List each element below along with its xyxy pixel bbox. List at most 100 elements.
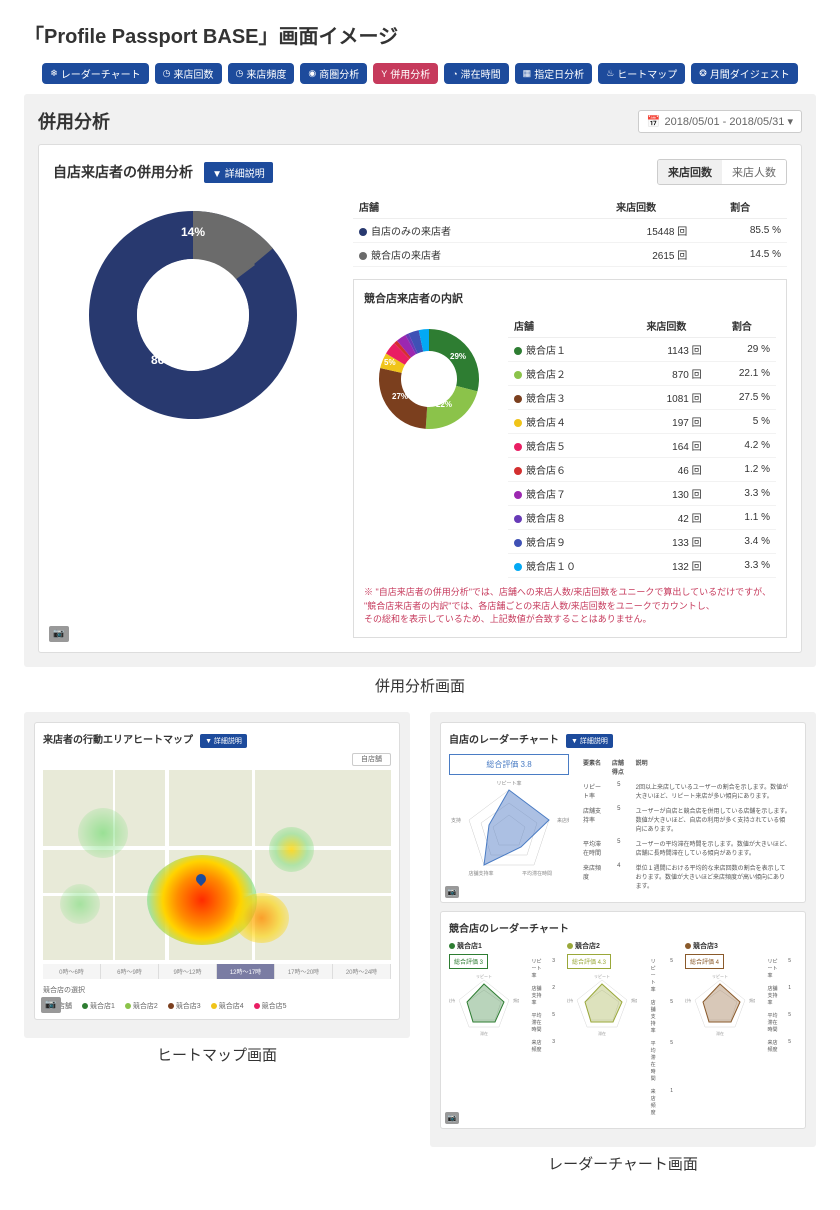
- svg-text:頻度: 頻度: [749, 997, 755, 1003]
- calendar-icon: 📅: [647, 115, 661, 128]
- nav-label: レーダーチャート: [61, 66, 141, 81]
- nav-item[interactable]: ♨ヒートマップ: [598, 63, 685, 84]
- color-dot: [514, 491, 522, 499]
- svg-text:平均滞在時間: 平均滞在時間: [522, 870, 552, 877]
- heatmap-thumb: 来店者の行動エリアヒートマップ ▼ 詳細説明 自店舗: [24, 712, 410, 1190]
- radar-detail-btn[interactable]: ▼ 詳細説明: [566, 734, 613, 748]
- nav-item[interactable]: ▦指定日分析: [515, 63, 593, 84]
- heatmap-legend: 自店舗競合店1競合店2競合店3競合店4競合店5: [43, 995, 391, 1011]
- color-dot: [514, 467, 522, 475]
- detail-button[interactable]: ▼ 詳細説明: [204, 162, 273, 183]
- table-row: 競合店２870 回22.1 %: [508, 362, 776, 386]
- svg-text:リピート: リピート: [476, 974, 492, 979]
- nav-label: 来店頻度: [246, 66, 286, 81]
- camera-icon[interactable]: 📷: [445, 1112, 459, 1124]
- legend-item[interactable]: 競合店1: [82, 1003, 115, 1010]
- th-visits: 来店回数: [579, 195, 693, 219]
- radar-thumb: 自店のレーダーチャート ▼ 詳細説明 総合評価 3.8: [430, 712, 816, 1190]
- heatmap-detail-btn[interactable]: ▼ 詳細説明: [200, 734, 247, 748]
- th-store: 店舗: [353, 195, 579, 219]
- nav-label: 商圏分析: [319, 66, 359, 81]
- nav-icon: ◔: [452, 69, 457, 79]
- nav-item[interactable]: ❄レーダーチャート: [42, 63, 148, 84]
- svg-text:リピート: リピート: [712, 974, 728, 979]
- time-slot[interactable]: 6時～9時: [101, 964, 159, 979]
- color-dot: [514, 347, 522, 355]
- time-slot[interactable]: 17時～20時: [275, 964, 333, 979]
- nav-icon: ◷: [163, 68, 171, 79]
- donut-own-label: 86%: [151, 353, 175, 367]
- legend-item[interactable]: 競合店4: [211, 1003, 244, 1010]
- svg-text:頻度: 頻度: [513, 997, 519, 1003]
- legend-title: 競合店の選択: [43, 979, 391, 995]
- color-dot: [359, 252, 367, 260]
- camera-icon[interactable]: 📷: [41, 997, 61, 1013]
- date-range-picker[interactable]: 📅 2018/05/01 - 2018/05/31 ▾: [638, 110, 802, 133]
- metric-row: リピート率52回以上来店しているユーザーの割合を示します。数値が大きいほど、リピ…: [579, 780, 795, 802]
- time-slot[interactable]: 20時～24時: [333, 964, 391, 979]
- section-title: 併用分析: [38, 108, 110, 134]
- svg-text:支持: 支持: [449, 997, 455, 1003]
- svg-text:滞在: 滞在: [598, 1030, 606, 1036]
- sth-pct: 割合: [708, 314, 776, 338]
- sth-visits: 来店回数: [625, 314, 707, 338]
- table-row: 競合店５164 回4.2 %: [508, 434, 776, 458]
- nav-icon: ❂: [699, 68, 707, 79]
- competitor-cell: 競合店1 総合評価 3 リピート 頻度 滞在 支持 リピート率3店舗支持率2平均…: [449, 941, 561, 1120]
- table-row: 競合店の来店者2615 回14.5 %: [353, 243, 787, 267]
- breakdown-box: 競合店来店者の内訳 29% 22% 27% 5%: [353, 279, 787, 638]
- slice-a: 29%: [450, 352, 466, 361]
- toggle-people[interactable]: 来店人数: [722, 160, 786, 184]
- toggle-visits[interactable]: 来店回数: [658, 160, 722, 184]
- camera-icon[interactable]: 📷: [49, 626, 69, 642]
- color-dot: [514, 443, 522, 451]
- svg-text:店舗支持率: 店舗支持率: [468, 870, 493, 877]
- table-row: 競合店３1081 回27.5 %: [508, 386, 776, 410]
- time-slot[interactable]: 9時～12時: [159, 964, 217, 979]
- table-row: 競合店１０132 回3.3 %: [508, 554, 776, 578]
- svg-text:滞在: 滞在: [716, 1030, 724, 1036]
- color-dot: [359, 228, 367, 236]
- camera-icon[interactable]: 📷: [445, 886, 459, 898]
- donut-comp-label: 14%: [181, 225, 205, 239]
- legend-item[interactable]: 競合店3: [168, 1003, 201, 1010]
- legend-item[interactable]: 競合店2: [125, 1003, 158, 1010]
- map-area[interactable]: [43, 770, 391, 960]
- nav-tabs: ❄レーダーチャート◷来店回数◷来店頻度◉商圏分析Y併用分析◔滞在時間▦指定日分析…: [24, 63, 816, 84]
- slice-b: 22%: [436, 400, 452, 409]
- analysis-panel: 併用分析 📅 2018/05/01 - 2018/05/31 ▾ 自店来店者の併…: [24, 94, 816, 667]
- breakdown-table: 店舗 来店回数 割合 競合店１1143 回29 %競合店２870 回22.1 %…: [508, 314, 776, 578]
- store-pill[interactable]: 自店舗: [352, 753, 391, 766]
- color-dot: [514, 563, 522, 571]
- time-slot[interactable]: 0時～6時: [43, 964, 101, 979]
- time-slot[interactable]: 12時～17時: [217, 964, 275, 979]
- nav-item[interactable]: ❂月間ダイジェスト: [691, 63, 798, 84]
- breakdown-title: 競合店来店者の内訳: [364, 290, 776, 306]
- nav-icon: Y: [381, 69, 387, 79]
- main-donut-chart: 86% 14%: [53, 195, 333, 435]
- table-row: 競合店９133 回3.4 %: [508, 530, 776, 554]
- table-row: 自店のみの来店者15448 回85.5 %: [353, 219, 787, 243]
- color-dot: [514, 539, 522, 547]
- svg-text:滞在: 滞在: [480, 1030, 488, 1036]
- nav-item[interactable]: ◔滞在時間: [444, 63, 508, 84]
- metric-toggle: 来店回数 来店人数: [657, 159, 787, 185]
- slice-c: 27%: [392, 392, 408, 401]
- nav-item[interactable]: ◉商圏分析: [300, 63, 367, 84]
- nav-item[interactable]: Y併用分析: [373, 63, 438, 84]
- legend-item[interactable]: 競合店5: [254, 1003, 287, 1010]
- svg-text:頻度: 頻度: [631, 997, 637, 1003]
- color-dot: [514, 395, 522, 403]
- nav-icon: ◉: [308, 68, 316, 79]
- footnote: ※ "自店来店者の併用分析"では、店舗への来店人数/来店回数をユニークで算出して…: [364, 586, 776, 627]
- nav-label: 併用分析: [390, 66, 430, 81]
- table-row: 競合店４197 回5 %: [508, 410, 776, 434]
- nav-icon: ▦: [523, 68, 532, 79]
- heatmap-title: 来店者の行動エリアヒートマップ: [43, 731, 193, 746]
- nav-item[interactable]: ◷来店回数: [155, 63, 222, 84]
- sth-store: 店舗: [508, 314, 625, 338]
- color-dot: [514, 371, 522, 379]
- nav-item[interactable]: ◷来店頻度: [228, 63, 295, 84]
- competitor-cell: 競合店2 総合評価 4.3 リピート 頻度 滞在 支持 リピート率5店舗支持率5…: [567, 941, 679, 1120]
- competitor-cell: 競合店3 総合評価 4 リピート 頻度 滞在 支持 リピート率5店舗支持率1平均…: [685, 941, 797, 1120]
